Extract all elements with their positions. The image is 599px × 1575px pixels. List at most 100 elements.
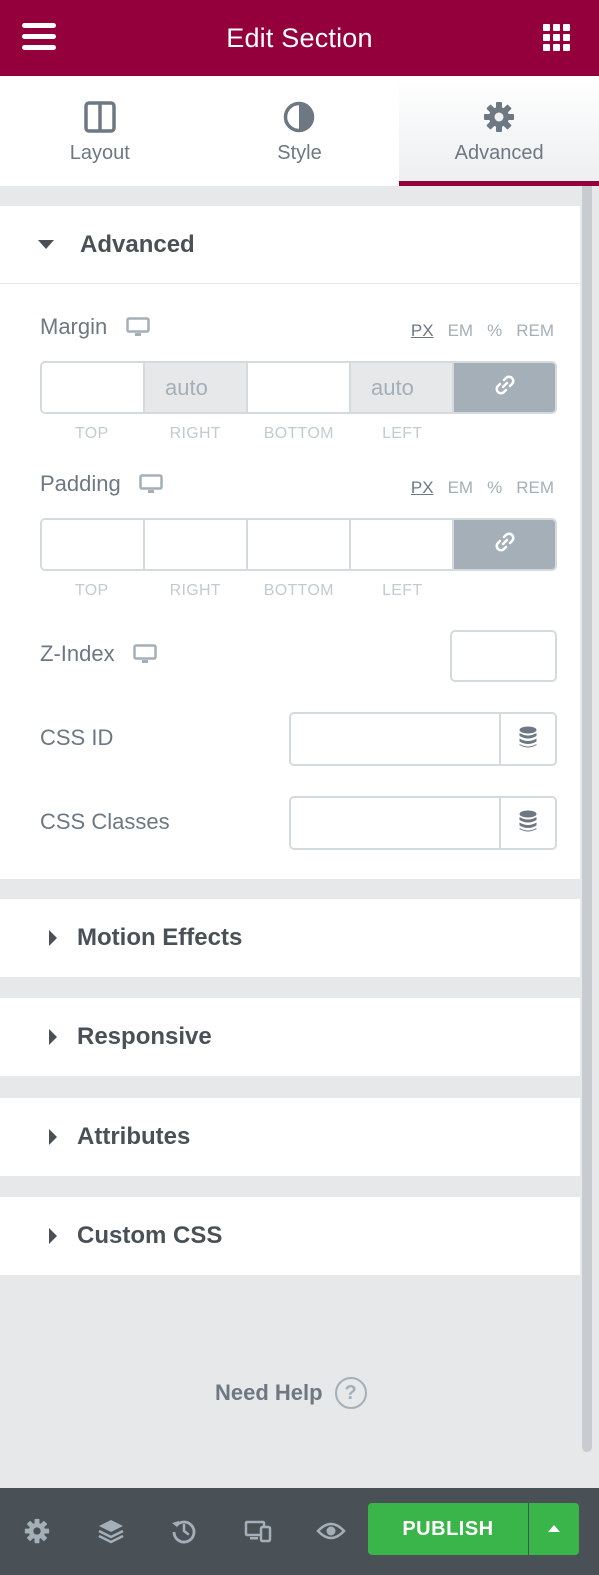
tab-advanced[interactable]: Advanced xyxy=(399,76,599,186)
motion-effects-section[interactable]: Motion Effects xyxy=(0,899,580,977)
margin-label-row: Margin xyxy=(40,314,150,342)
padding-label: Padding xyxy=(40,471,121,496)
tab-label: Style xyxy=(277,142,322,164)
gear-icon xyxy=(482,100,516,134)
padding-label-row: Padding xyxy=(40,471,163,499)
padding-units: PX EM % REM xyxy=(411,478,554,498)
side-label-right: RIGHT xyxy=(169,582,221,599)
responsive-icon[interactable] xyxy=(243,1516,273,1546)
padding-side-labels: TOP RIGHT BOTTOM LEFT xyxy=(40,582,454,600)
padding-dimensions xyxy=(40,518,557,571)
tab-style[interactable]: Style xyxy=(200,76,400,186)
advanced-section-header[interactable]: Advanced xyxy=(0,206,580,284)
preview-icon[interactable] xyxy=(316,1516,346,1546)
side-label-right: RIGHT xyxy=(169,425,221,442)
unit-percent[interactable]: % xyxy=(487,321,502,341)
desktop-icon[interactable] xyxy=(125,317,150,342)
css-classes-label: CSS Classes xyxy=(40,809,170,834)
unit-rem[interactable]: REM xyxy=(516,321,554,341)
link-icon xyxy=(493,373,517,402)
margin-label: Margin xyxy=(40,314,108,339)
unit-percent[interactable]: % xyxy=(487,478,502,498)
padding-left-input[interactable] xyxy=(351,520,454,569)
section-title: Advanced xyxy=(80,230,195,258)
side-label-top: TOP xyxy=(74,425,109,442)
side-label-top: TOP xyxy=(74,582,109,599)
section-title: Responsive xyxy=(77,1023,212,1050)
padding-bottom-input[interactable] xyxy=(248,520,351,569)
history-icon[interactable] xyxy=(169,1516,199,1546)
question-icon: ? xyxy=(334,1377,367,1409)
section-title: Attributes xyxy=(77,1123,191,1150)
dynamic-tags-button[interactable] xyxy=(499,798,555,848)
section-header[interactable]: Attributes xyxy=(0,1098,580,1176)
caret-right-icon xyxy=(49,930,57,946)
caret-right-icon xyxy=(49,1129,57,1145)
database-icon xyxy=(518,809,538,838)
caret-up-icon xyxy=(547,1520,561,1538)
section-title: Motion Effects xyxy=(77,924,243,951)
side-label-left: LEFT xyxy=(382,582,423,599)
margin-right-input[interactable]: auto xyxy=(145,363,248,412)
dynamic-tags-button[interactable] xyxy=(499,714,555,764)
z-index-input[interactable] xyxy=(450,630,557,682)
margin-dimensions: auto auto xyxy=(40,361,557,414)
panel-tabs: Layout Style Advanced xyxy=(0,76,599,186)
margin-top-input[interactable] xyxy=(42,363,145,412)
link-icon xyxy=(493,530,517,559)
tab-layout[interactable]: Layout xyxy=(0,76,200,186)
css-id-input[interactable] xyxy=(289,712,557,766)
unit-em[interactable]: EM xyxy=(448,478,474,498)
desktop-icon[interactable] xyxy=(139,474,163,499)
database-icon xyxy=(518,725,538,754)
css-id-label: CSS ID xyxy=(40,725,114,750)
attributes-section[interactable]: Attributes xyxy=(0,1098,580,1176)
unit-em[interactable]: EM xyxy=(448,321,474,341)
tab-label: Layout xyxy=(69,142,130,164)
grid-icon[interactable] xyxy=(543,24,571,52)
responsive-section[interactable]: Responsive xyxy=(0,998,580,1076)
section-header[interactable]: Motion Effects xyxy=(0,899,580,977)
tab-label: Advanced xyxy=(454,142,544,164)
margin-units: PX EM % REM xyxy=(411,321,554,341)
advanced-section: Advanced Margin PX EM % REM auto auto TO… xyxy=(0,206,580,879)
columns-icon xyxy=(83,100,117,134)
padding-top-input[interactable] xyxy=(42,520,145,569)
side-label-bottom: BOTTOM xyxy=(263,425,334,442)
panel-content[interactable]: Advanced Margin PX EM % REM auto auto TO… xyxy=(0,186,599,1488)
publish-button[interactable]: PUBLISH xyxy=(368,1503,528,1555)
css-classes-input[interactable] xyxy=(289,796,557,850)
desktop-icon[interactable] xyxy=(133,644,157,669)
z-index-label: Z-Index xyxy=(40,641,115,666)
unit-px[interactable]: PX xyxy=(411,321,434,341)
margin-left-input[interactable]: auto xyxy=(351,363,454,412)
margin-bottom-input[interactable] xyxy=(248,363,351,412)
hamburger-icon[interactable] xyxy=(22,23,58,53)
unit-px[interactable]: PX xyxy=(411,478,434,498)
section-title: Custom CSS xyxy=(77,1222,223,1249)
panel-scrollbar[interactable] xyxy=(582,186,592,1452)
need-help-link[interactable]: Need Help ? xyxy=(215,1377,385,1409)
link-values-button[interactable] xyxy=(454,520,555,569)
z-index-label-row: Z-Index xyxy=(40,641,157,669)
padding-right-input[interactable] xyxy=(145,520,248,569)
section-header[interactable]: Responsive xyxy=(0,998,580,1076)
side-label-bottom: BOTTOM xyxy=(263,582,334,599)
caret-right-icon xyxy=(49,1228,57,1244)
layers-icon[interactable] xyxy=(96,1516,126,1546)
unit-rem[interactable]: REM xyxy=(516,478,554,498)
half-circle-icon xyxy=(282,100,316,134)
section-header[interactable]: Custom CSS xyxy=(0,1197,580,1275)
link-values-button[interactable] xyxy=(454,363,555,412)
custom-css-section[interactable]: Custom CSS xyxy=(0,1197,580,1275)
panel-header: Edit Section xyxy=(0,0,599,76)
need-help-label: Need Help xyxy=(215,1380,323,1405)
caret-right-icon xyxy=(49,1029,57,1045)
margin-side-labels: TOP RIGHT BOTTOM LEFT xyxy=(40,425,454,443)
panel-title: Edit Section xyxy=(226,22,373,53)
settings-icon[interactable] xyxy=(22,1516,52,1546)
caret-down-icon xyxy=(38,240,54,249)
publish-options-button[interactable] xyxy=(529,1503,579,1555)
panel-footer: PUBLISH xyxy=(0,1488,599,1575)
side-label-left: LEFT xyxy=(382,425,423,442)
